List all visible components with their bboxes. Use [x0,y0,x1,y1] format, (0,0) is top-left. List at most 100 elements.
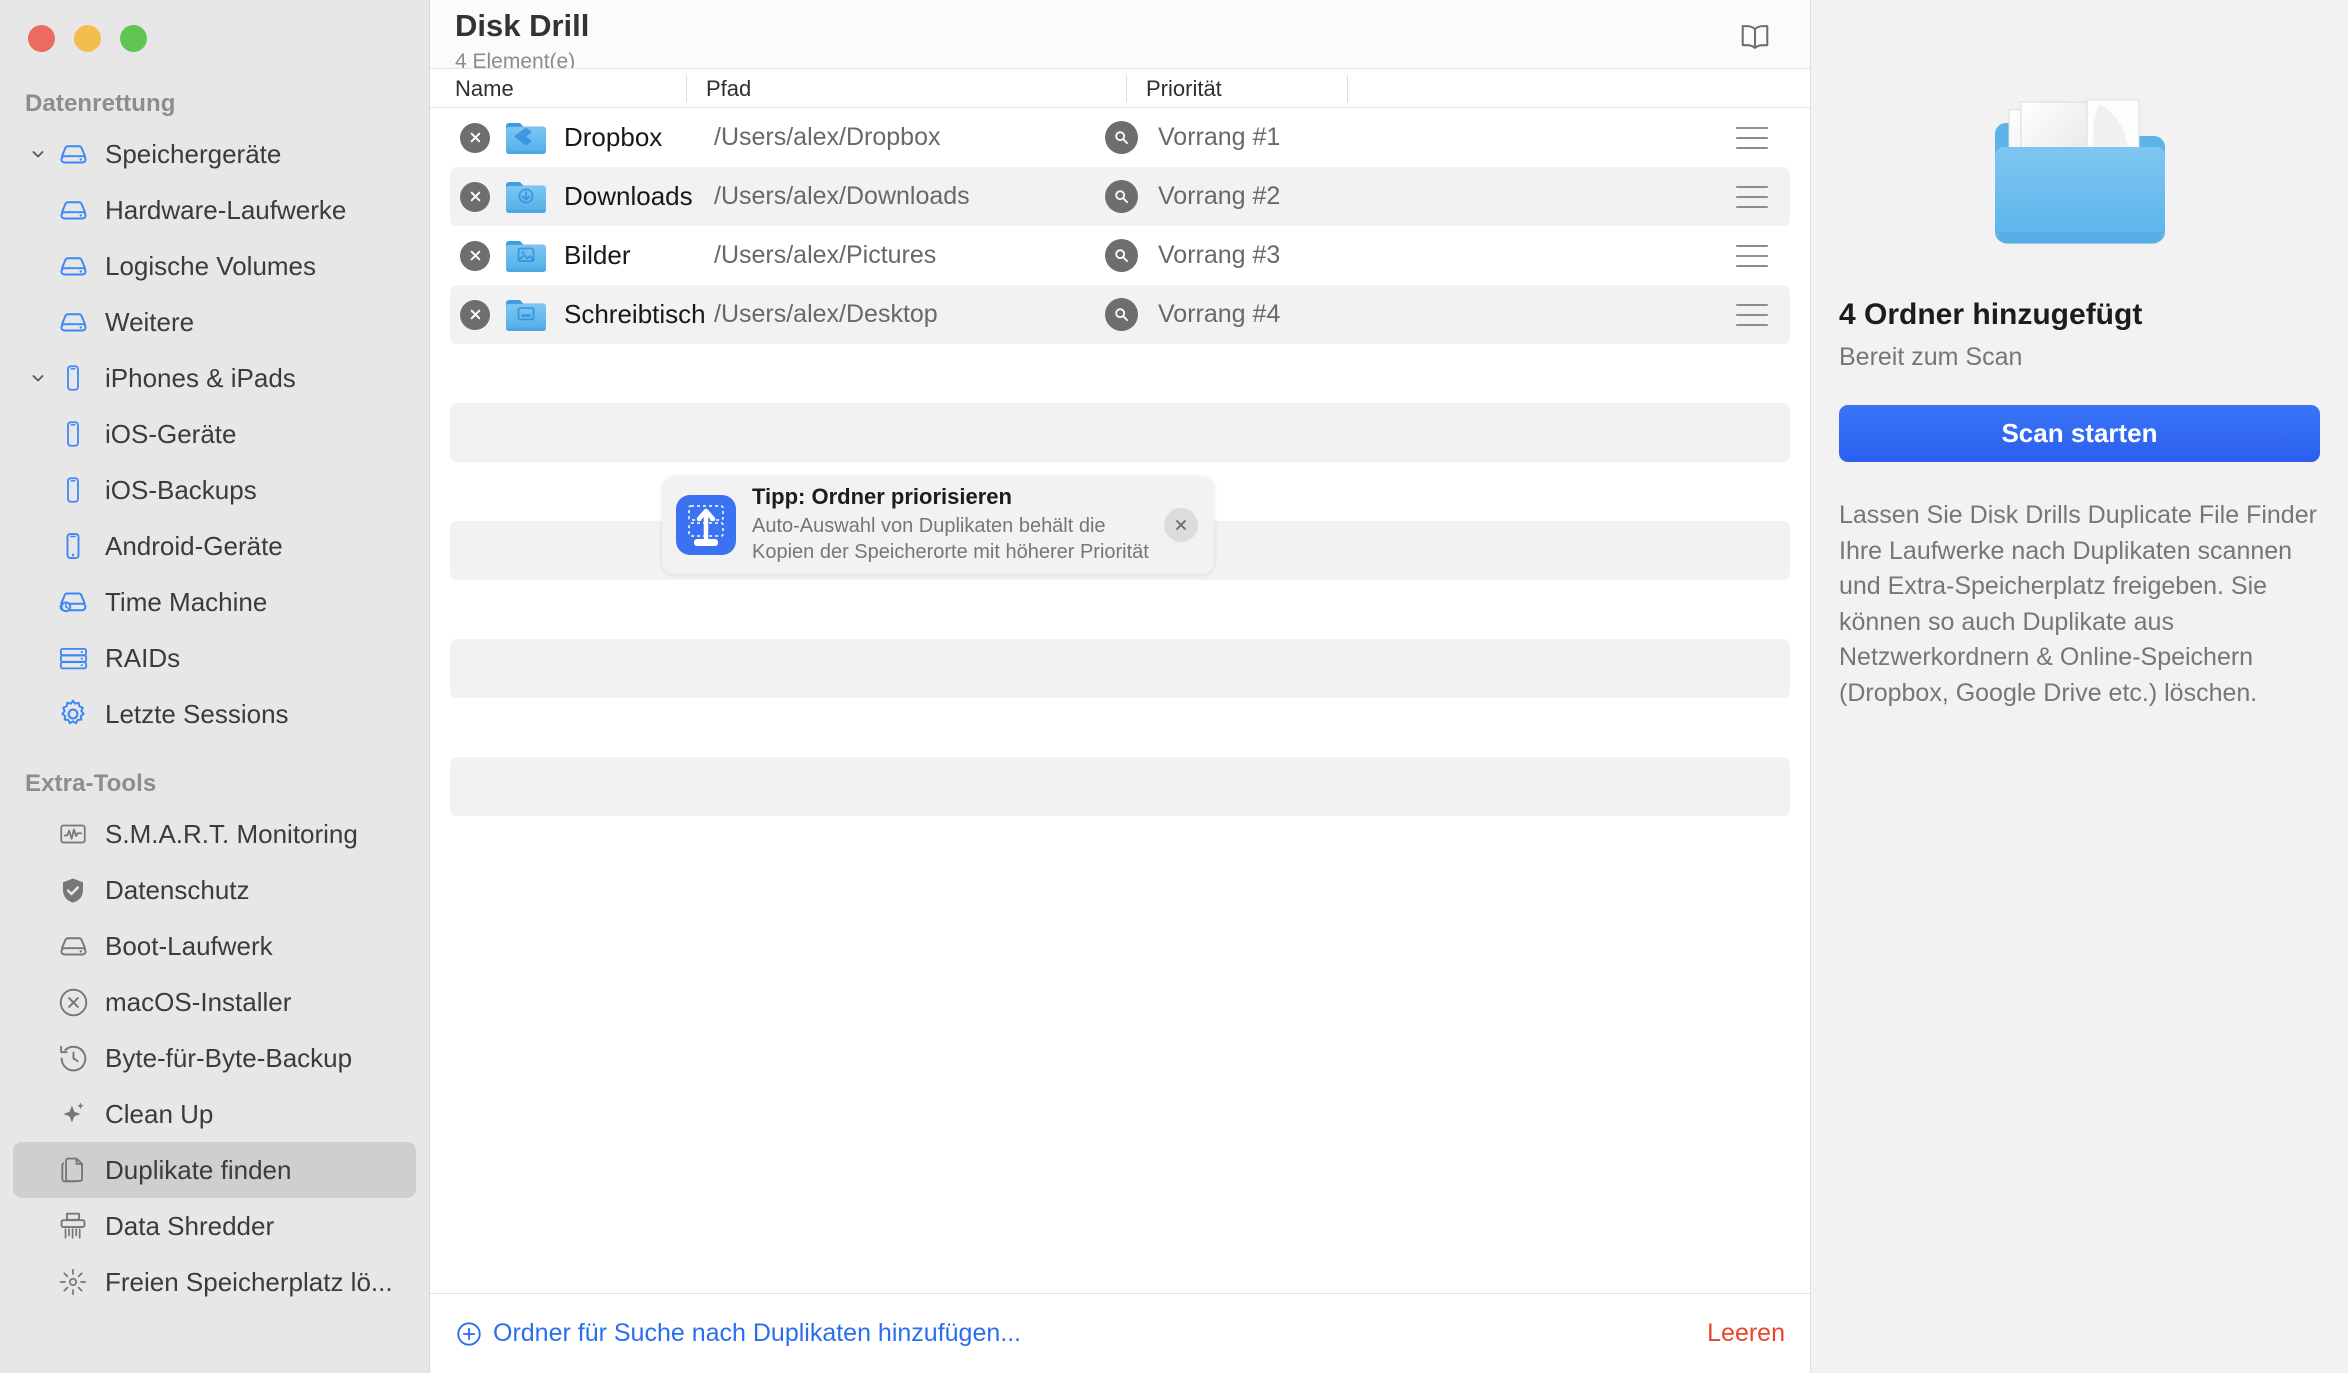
window-controls [0,0,429,52]
drive-icon [55,250,91,282]
add-folder-button[interactable]: Ordner für Suche nach Duplikaten hinzufü… [455,1319,1021,1348]
zoom-window-button[interactable] [120,25,147,52]
sidebar-item-s-m-a-r-t-monitoring[interactable]: S.M.A.R.T. Monitoring [13,806,416,862]
magnifier-circle-icon[interactable] [1105,239,1138,272]
sidebar-item-duplikate-finden[interactable]: Duplikate finden [13,1142,416,1198]
sparkle-icon [55,1098,91,1130]
drag-handle-icon[interactable] [1736,244,1768,267]
tip-title: Tipp: Ordner priorisieren [752,484,1012,510]
details-panel: 4 Ordner hinzugefügt Bereit zum Scan Sca… [1810,0,2348,1373]
sidebar-item-label: Duplikate finden [105,1154,292,1185]
raid-icon [55,642,91,674]
table-row-empty [450,639,1790,698]
table-row[interactable]: Downloads/Users/alex/Downloads Vorrang #2 [450,167,1790,226]
minimize-window-button[interactable] [74,25,101,52]
chevron-down-icon[interactable] [25,365,51,391]
sidebar-nav-datenrettung: Speichergeräte Hardware-Laufwerke Logische… [0,126,429,742]
chevron-down-icon[interactable] [25,141,51,167]
table-row-empty [450,344,1790,403]
details-description: Lassen Sie Disk Drills Duplicate File Fi… [1839,501,2317,707]
magnifier-circle-icon[interactable] [1105,180,1138,213]
sidebar-item-macos-installer[interactable]: macOS-Installer [13,974,416,1030]
remove-circle-icon[interactable] [460,299,490,330]
sidebar-item-label: Hardware-Laufwerke [105,194,347,225]
sidebar-item-label: Datenschutz [105,874,250,905]
downloads-folder-icon [504,178,548,216]
table-row-empty [450,698,1790,757]
folder-table: Dropbox/Users/alex/Dropbox Vorrang #1 Down… [430,108,1810,1293]
page-title-block: Disk Drill 4 Element(e) [430,0,589,74]
sidebar-nav-extratools: S.M.A.R.T. Monitoring Datenschutz Boot-Lau… [0,806,429,1310]
sidebar-item-boot-laufwerk[interactable]: Boot-Laufwerk [13,918,416,974]
drive-icon [55,930,91,962]
sidebar-item-weitere[interactable]: Weitere [13,294,416,350]
sidebar-item-label: Data Shredder [105,1210,275,1241]
sidebar-item-raids[interactable]: RAIDs [13,630,416,686]
sidebar-item-letzte-sessions[interactable]: Letzte Sessions [13,686,416,742]
sidebar-item-time-machine[interactable]: Time Machine [13,574,416,630]
drag-handle-icon[interactable] [1736,303,1768,326]
sidebar-item-freien-speicherplatz-l[interactable]: Freien Speicherplatz lö... [13,1254,416,1310]
remove-circle-icon[interactable] [460,240,490,271]
row-priority: Vorrang #2 [1158,182,1281,210]
sidebar-item-label: Speichergeräte [105,138,282,169]
table-row[interactable]: Dropbox/Users/alex/Dropbox Vorrang #1 [450,108,1790,167]
sidebar-item-datenschutz[interactable]: Datenschutz [13,862,416,918]
column-divider-1[interactable] [686,75,687,102]
sidebar-section-title-datenrettung: Datenrettung [25,90,176,117]
shredder-icon [55,1210,91,1242]
clock-rewind-icon [55,1042,91,1074]
sidebar-item-byte-f-r-byte-backup[interactable]: Byte-für-Byte-Backup [13,1030,416,1086]
table-footer: Ordner für Suche nach Duplikaten hinzufü… [430,1293,1810,1373]
sidebar-item-speicherger-te[interactable]: Speichergeräte [13,126,416,182]
row-folder-name: Dropbox [564,122,663,152]
table-row-empty [450,757,1790,816]
content-header: Disk Drill 4 Element(e) [430,0,1810,73]
row-folder-path: /Users/alex/Desktop [714,300,938,328]
main-content: Disk Drill 4 Element(e) Name Pfad Priori… [430,0,1810,1373]
sidebar-item-ios-ger-te[interactable]: iOS-Geräte [13,406,416,462]
add-folder-label: Ordner für Suche nach Duplikaten hinzufü… [493,1319,1022,1347]
sidebar-item-hardware-laufwerke[interactable]: Hardware-Laufwerke [13,182,416,238]
open-book-icon[interactable] [1732,14,1778,60]
drag-handle-icon[interactable] [1736,126,1768,149]
column-header-path[interactable]: Pfad [706,76,751,102]
remove-circle-icon[interactable] [460,181,490,212]
column-divider-2[interactable] [1126,75,1127,102]
close-icon[interactable] [1164,508,1198,542]
magnifier-circle-icon[interactable] [1105,121,1138,154]
sidebar-item-android-ger-te[interactable]: Android-Geräte [13,518,416,574]
drive-icon [55,306,91,338]
column-header-priority[interactable]: Priorität [1146,76,1222,102]
table-row[interactable]: Schreibtisch/Users/alex/Desktop Vorrang #… [450,285,1790,344]
row-priority: Vorrang #3 [1158,241,1281,269]
phone-icon [55,474,91,506]
sidebar-item-label: macOS-Installer [105,986,292,1017]
sidebar-item-clean-up[interactable]: Clean Up [13,1086,416,1142]
pictures-folder-icon [504,237,548,275]
column-header-name[interactable]: Name [455,76,514,102]
magnifier-circle-icon[interactable] [1105,298,1138,331]
clear-button[interactable]: Leeren [1707,1319,1785,1348]
column-divider-3[interactable] [1347,75,1348,102]
drag-handle-icon[interactable] [1736,185,1768,208]
sidebar-item-data-shredder[interactable]: Data Shredder [13,1198,416,1254]
row-folder-name: Bilder [564,240,631,270]
table-row-empty [450,580,1790,639]
row-folder-path: /Users/alex/Pictures [714,241,937,269]
table-column-header: Name Pfad Priorität [430,68,1810,108]
erase-sparkle-icon [55,1266,91,1298]
phone-icon [55,362,91,394]
details-subtitle: Bereit zum Scan [1839,343,2023,371]
row-folder-name: Schreibtisch [564,299,706,329]
drive-icon [55,138,91,170]
remove-circle-icon[interactable] [460,122,490,153]
details-title: 4 Ordner hinzugefügt [1839,298,2143,331]
sidebar-item-iphones-ipads[interactable]: iPhones & iPads [13,350,416,406]
close-window-button[interactable] [28,25,55,52]
start-scan-button[interactable]: Scan starten [1839,405,2320,462]
sidebar-item-logische-volumes[interactable]: Logische Volumes [13,238,416,294]
android-phone-icon [55,530,91,562]
sidebar-item-ios-backups[interactable]: iOS-Backups [13,462,416,518]
table-row[interactable]: Bilder/Users/alex/Pictures Vorrang #3 [450,226,1790,285]
